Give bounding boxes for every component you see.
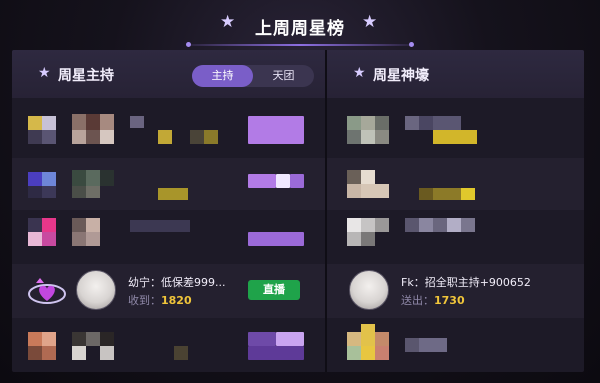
host-ranking-title: 周星主持 (58, 68, 114, 84)
spender-ranking-column: ★ 周星神壕 Fk：招全职主持+900652 送出：1730 (327, 50, 584, 372)
sent-stat: 送出：1730 (401, 294, 465, 307)
host-name[interactable]: 幼宁：低保差999... (128, 274, 226, 290)
received-stat: 收到：1820 (128, 294, 192, 307)
host-highlight-row[interactable]: 幼宁：低保差999... 收到：1820 直播 (12, 264, 325, 318)
tab-group[interactable]: 天团 (253, 65, 314, 87)
ranking-panel: ★ 周星主持 主持 天团 幼宁：低保差999... 收到：1820 直播 ★ 周… (12, 50, 584, 372)
spender-highlight-row[interactable]: Fk：招全职主持+900652 送出：1730 (327, 264, 584, 318)
avatar[interactable] (349, 270, 389, 310)
spender-ranking-header: ★ 周星神壕 (327, 50, 584, 98)
category-toggle[interactable]: 主持 天团 (192, 65, 314, 87)
title-underline (188, 44, 412, 46)
host-ranking-header: ★ 周星主持 主持 天团 (12, 50, 325, 98)
list-item[interactable] (327, 104, 584, 156)
list-item[interactable] (12, 158, 325, 210)
underline-dot (409, 42, 414, 47)
list-item[interactable] (327, 158, 584, 210)
tab-host[interactable]: 主持 (192, 65, 253, 87)
list-item[interactable] (12, 210, 325, 262)
list-item[interactable] (327, 320, 584, 372)
star-icon: ★ (353, 65, 366, 81)
underline-dot (186, 42, 191, 47)
list-item[interactable] (12, 320, 325, 372)
star-icon: ★ (362, 12, 378, 32)
list-item[interactable] (327, 210, 584, 262)
spender-ranking-title: 周星神壕 (373, 68, 429, 84)
spender-name[interactable]: Fk：招全职主持+900652 (401, 274, 531, 290)
page-header: ★ 上周周星榜 ★ (0, 0, 600, 47)
page-title: 上周周星榜 (255, 19, 345, 39)
host-ranking-column: ★ 周星主持 主持 天团 幼宁：低保差999... 收到：1820 直播 (12, 50, 325, 372)
list-item[interactable] (12, 104, 325, 156)
star-icon: ★ (38, 65, 51, 81)
live-button[interactable]: 直播 (248, 280, 300, 300)
avatar[interactable] (76, 270, 116, 310)
crown-heart-icon (28, 278, 66, 304)
